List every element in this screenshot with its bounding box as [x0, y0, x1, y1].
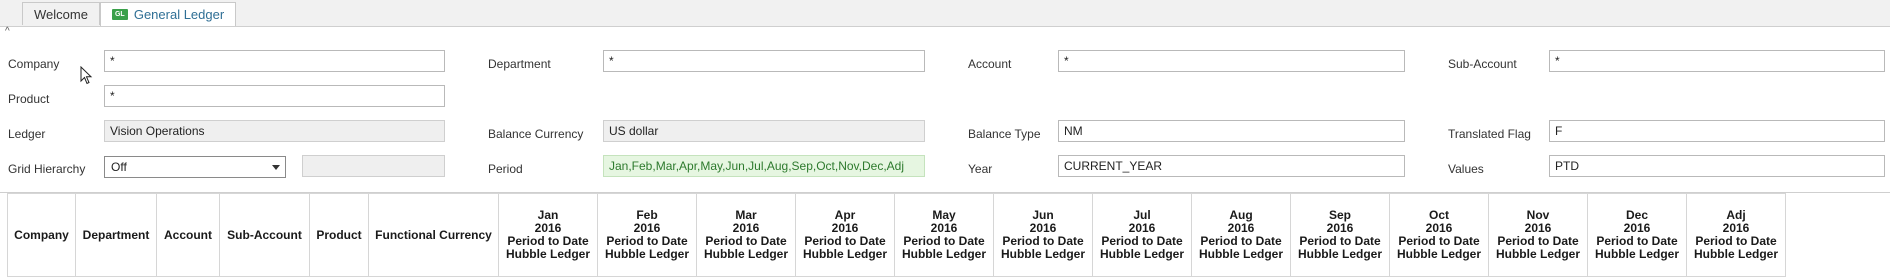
company-field[interactable]: * — [104, 50, 445, 72]
tab-general-ledger[interactable]: GL General Ledger — [100, 2, 236, 26]
tab-strip: Welcome GL General Ledger — [0, 0, 1890, 27]
column-header-period-feb[interactable]: Feb 2016 Period to Date Hubble Ledger — [597, 193, 697, 277]
balance-type-label: Balance Type — [968, 127, 1041, 141]
balance-type-field[interactable]: NM — [1058, 120, 1405, 142]
period-ledger: Hubble Ledger — [604, 247, 689, 261]
sub-account-label: Sub-Account — [1448, 57, 1517, 71]
grid-hierarchy-extra-field — [302, 155, 445, 177]
chevron-down-icon — [272, 165, 280, 170]
column-header-period-may[interactable]: May 2016 Period to Date Hubble Ledger — [894, 193, 994, 277]
department-field[interactable]: * — [603, 50, 925, 72]
column-header-period-mar[interactable]: Mar 2016 Period to Date Hubble Ledger — [696, 193, 796, 277]
column-header-company[interactable]: Company — [7, 193, 76, 277]
period-ledger: Hubble Ledger — [1297, 247, 1382, 261]
period-ledger: Hubble Ledger — [703, 247, 788, 261]
account-field[interactable]: * — [1058, 50, 1405, 72]
period-ledger: Hubble Ledger — [1396, 247, 1481, 261]
tab-general-ledger-label: General Ledger — [133, 7, 225, 22]
ledger-label: Ledger — [8, 127, 46, 141]
period-ledger: Hubble Ledger — [1099, 247, 1184, 261]
grid-hierarchy-select[interactable]: Off — [104, 156, 286, 178]
period-ledger: Hubble Ledger — [505, 247, 590, 261]
company-label: Company — [8, 57, 60, 71]
period-ledger: Hubble Ledger — [901, 247, 986, 261]
column-header-period-oct[interactable]: Oct 2016 Period to Date Hubble Ledger — [1389, 193, 1489, 277]
column-header-period-apr[interactable]: Apr 2016 Period to Date Hubble Ledger — [795, 193, 895, 277]
column-header-period-adj[interactable]: Adj 2016 Period to Date Hubble Ledger — [1686, 193, 1786, 277]
values-field[interactable]: PTD — [1549, 155, 1885, 177]
sub-account-field[interactable]: * — [1549, 50, 1885, 72]
period-ledger: Hubble Ledger — [802, 247, 887, 261]
year-label: Year — [968, 162, 993, 176]
column-header-period-jul[interactable]: Jul 2016 Period to Date Hubble Ledger — [1092, 193, 1192, 277]
tab-welcome-label: Welcome — [34, 6, 88, 22]
ledger-grid: Company Department Account Sub-Account P… — [7, 193, 1786, 277]
grid-hierarchy-label: Grid Hierarchy — [8, 162, 86, 176]
period-ledger: Hubble Ledger — [1495, 247, 1580, 261]
column-header-department[interactable]: Department — [75, 193, 157, 277]
year-field[interactable]: CURRENT_YEAR — [1058, 155, 1405, 177]
column-header-account[interactable]: Account — [156, 193, 220, 277]
period-ledger: Hubble Ledger — [1198, 247, 1283, 261]
account-label: Account — [968, 57, 1012, 71]
column-header-period-sep[interactable]: Sep 2016 Period to Date Hubble Ledger — [1290, 193, 1390, 277]
translated-flag-label: Translated Flag — [1448, 127, 1531, 141]
column-header-period-dec[interactable]: Dec 2016 Period to Date Hubble Ledger — [1587, 193, 1687, 277]
mouse-cursor-icon — [80, 66, 93, 85]
column-header-period-nov[interactable]: Nov 2016 Period to Date Hubble Ledger — [1488, 193, 1588, 277]
tab-welcome[interactable]: Welcome — [22, 2, 100, 25]
collapse-panel-icon[interactable]: ^ — [5, 26, 10, 37]
product-label: Product — [8, 92, 50, 106]
column-header-period-jun[interactable]: Jun 2016 Period to Date Hubble Ledger — [993, 193, 1093, 277]
period-ledger: Hubble Ledger — [1693, 247, 1778, 261]
period-field[interactable]: Jan,Feb,Mar,Apr,May,Jun,Jul,Aug,Sep,Oct,… — [603, 155, 925, 177]
department-label: Department — [488, 57, 551, 71]
column-header-functional-currency[interactable]: Functional Currency — [368, 193, 499, 277]
balance-currency-field: US dollar — [603, 120, 925, 142]
values-label: Values — [1448, 162, 1484, 176]
translated-flag-field[interactable]: F — [1549, 120, 1885, 142]
period-ledger: Hubble Ledger — [1594, 247, 1679, 261]
product-field[interactable]: * — [104, 85, 445, 107]
grid-hierarchy-value: Off — [111, 160, 127, 174]
column-header-period-jan[interactable]: Jan 2016 Period to Date Hubble Ledger — [498, 193, 598, 277]
period-label: Period — [488, 162, 523, 176]
ledger-field: Vision Operations — [104, 120, 445, 142]
balance-currency-label: Balance Currency — [488, 127, 584, 141]
column-header-period-aug[interactable]: Aug 2016 Period to Date Hubble Ledger — [1191, 193, 1291, 277]
general-ledger-icon: GL — [111, 9, 128, 20]
column-header-product[interactable]: Product — [309, 193, 369, 277]
grid-header-row: Company Department Account Sub-Account P… — [7, 193, 1786, 277]
column-header-sub-account[interactable]: Sub-Account — [219, 193, 310, 277]
period-ledger: Hubble Ledger — [1000, 247, 1085, 261]
